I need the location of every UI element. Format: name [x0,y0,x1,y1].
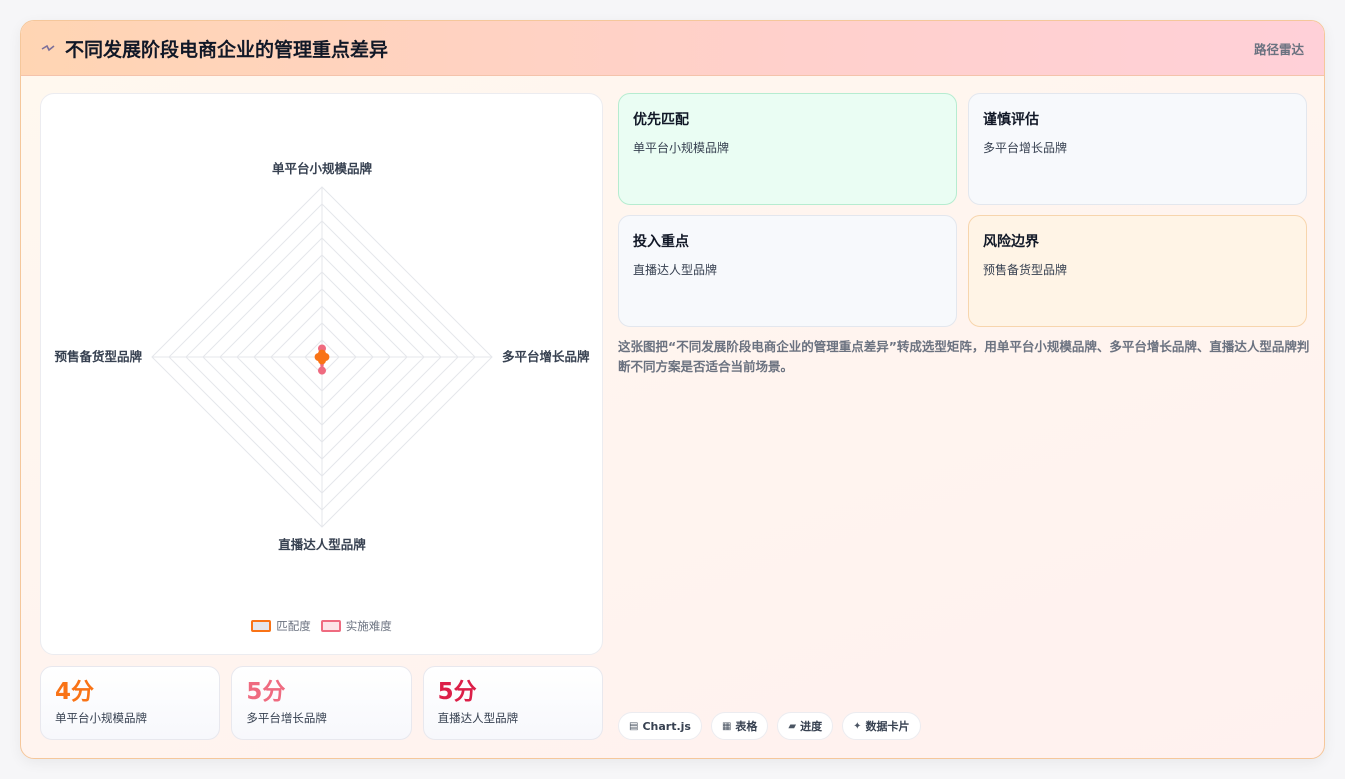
header: 不同发展阶段电商企业的管理重点差异 路径雷达 [21,21,1324,76]
table-icon: ▦ [721,720,732,732]
radar-axis-label: 预售备货型品牌 [54,349,142,364]
radar-data-point [318,366,326,375]
box-subtitle: 单平台小规模品牌 [633,141,730,155]
box-title: 风险边界 [983,234,1039,250]
radar-chart-panel: 单平台小规模品牌多平台增长品牌直播达人型品牌 预售备货型品牌 匹配度 实施难度 [40,93,603,655]
box-subtitle: 直播达人型品牌 [633,263,718,277]
stat-card: 5分 直播达人型品牌 [422,666,603,740]
sparkle-icon [41,40,57,56]
radar-axis-label: 直播达人型品牌 [278,537,366,552]
stat-label: 直播达人型品牌 [437,711,519,725]
stat-value: 5分 [246,679,286,705]
radar-axis-label: 多平台增长品牌 [502,349,590,364]
main-card: 不同发展阶段电商企业的管理重点差异 路径雷达 单平台小规模品牌 多平台增长品牌 直播… [20,20,1325,759]
box-investment-focus: 投入重点 直播达人型品牌 [618,215,957,327]
chip-progress[interactable]: ▰ 进度 [777,712,834,740]
chart-legend: 匹配度 实施难度 [41,618,602,634]
chart-icon: ▤ [629,720,639,732]
radar-chart: 单平台小规模品牌多平台增长品牌直播达人型品牌 预售备货型品牌 [54,161,590,552]
header-tag: 路径雷达 [1253,41,1304,57]
box-title: 优先匹配 [633,112,689,128]
stat-card: 5分 多平台增长品牌 [231,666,412,740]
description: 这张图把“不同发展阶段电商企业的管理重点差异”转成选型矩阵，用单平台小规模品牌、… [618,339,1310,374]
radar-data-point [314,353,323,361]
box-priority-match: 优先匹配 单平台小规模品牌 [618,93,957,205]
legend-item-difficulty[interactable]: 实施难度 [320,618,392,634]
card-icon: ✦ [853,720,862,732]
progress-icon: ▰ [788,720,797,732]
radar-axis-label: 单平台小规模品牌 [272,161,373,176]
page-title: 不同发展阶段电商企业的管理重点差异 [65,38,389,61]
box-careful-eval: 谨慎评估 多平台增长品牌 [968,93,1307,205]
stat-card: 4分 单平台小规模品牌 [40,666,221,740]
legend-label: 实施难度 [345,619,392,633]
legend-item-match[interactable]: 匹配度 [251,618,311,634]
chip-data-card[interactable]: ✦ 数据卡片 [842,712,921,740]
chip-label: 数据卡片 [865,720,910,733]
tech-chips: ▤ Chart.js ▦ 表格 ▰ 进度 ✦ 数据卡片 [618,712,921,740]
chip-chartjs[interactable]: ▤ Chart.js [618,712,702,740]
chip-label: 进度 [800,720,823,733]
chip-label: 表格 [735,720,758,733]
stat-value: 5分 [437,679,477,705]
box-risk-boundary: 风险边界 预售备货型品牌 [968,215,1307,327]
legend-swatch-difficulty [320,620,341,632]
legend-label: 匹配度 [276,619,311,633]
box-subtitle: 多平台增长品牌 [983,141,1068,155]
legend-swatch-match [251,620,272,632]
box-title: 投入重点 [633,234,689,250]
matrix-grid: 优先匹配 单平台小规模品牌 谨慎评估 多平台增长品牌 投入重点 直播达人型品牌 … [618,93,1307,327]
chip-table[interactable]: ▦ 表格 [710,712,769,740]
stat-label: 多平台增长品牌 [246,711,327,725]
stat-value: 4分 [55,679,95,705]
box-subtitle: 预售备货型品牌 [983,263,1068,277]
stat-cards: 4分 单平台小规模品牌 5分 多平台增长品牌 5分 直播达人型品牌 [40,666,603,740]
chip-label: Chart.js [642,719,691,733]
stat-label: 单平台小规模品牌 [55,711,147,725]
box-title: 谨慎评估 [983,112,1039,128]
